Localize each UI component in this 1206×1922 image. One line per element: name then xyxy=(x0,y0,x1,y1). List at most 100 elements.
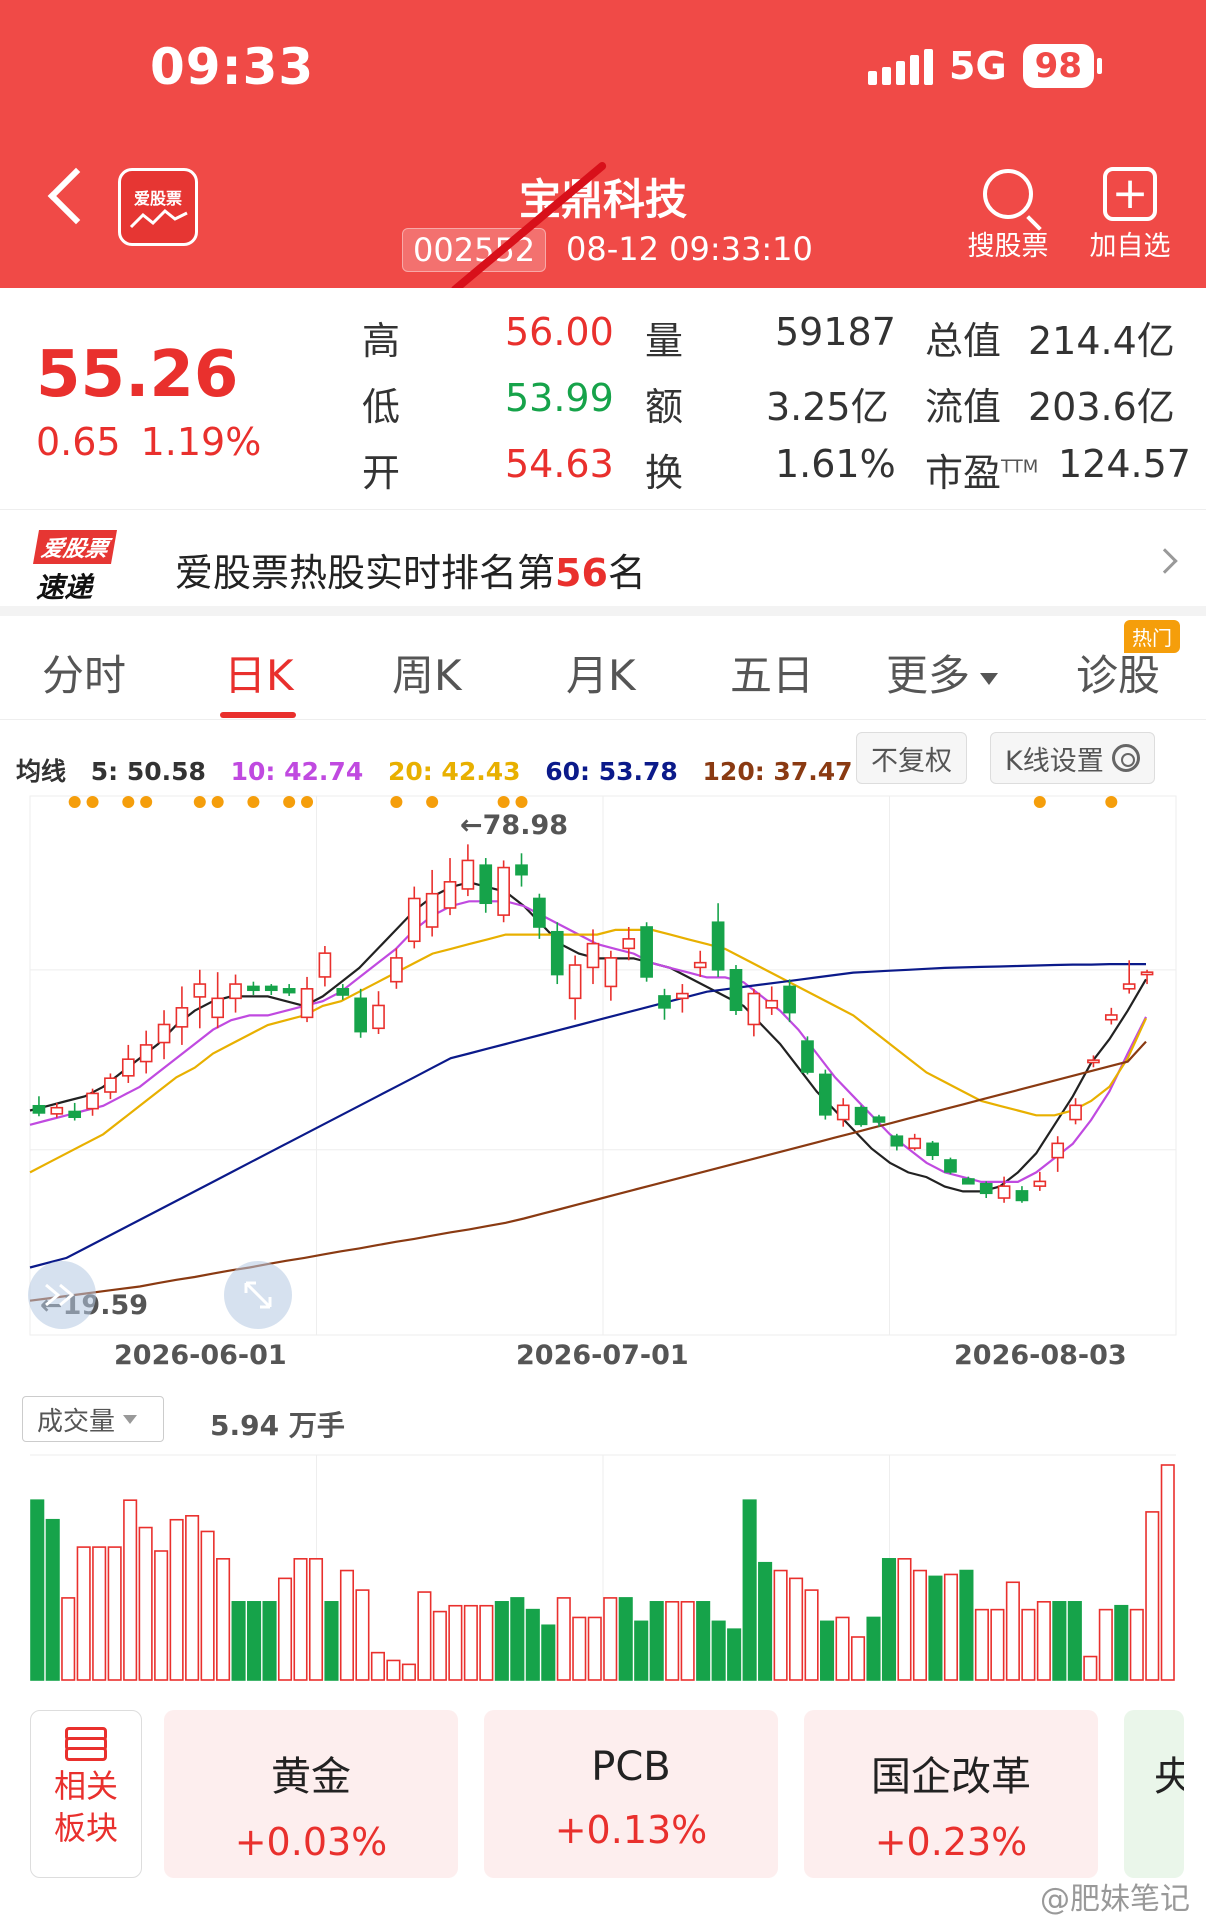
candle-body xyxy=(908,1137,922,1149)
pe-value: 124.57 xyxy=(1058,442,1191,486)
candle-body xyxy=(139,1044,153,1063)
candle-body xyxy=(926,1142,939,1157)
volume-bar xyxy=(727,1628,742,1681)
candle-body xyxy=(1069,1104,1082,1121)
volume-bar xyxy=(1067,1601,1082,1681)
candle-body xyxy=(282,988,296,994)
sector-card[interactable]: 央 xyxy=(1124,1710,1184,1878)
volume-bar xyxy=(262,1601,277,1681)
signal-dot xyxy=(301,796,314,808)
volume-bar xyxy=(370,1651,385,1681)
kline-settings-button[interactable]: K线设置 xyxy=(990,732,1155,784)
scroll-back-button xyxy=(28,1261,96,1329)
add-label: 加自选 xyxy=(1089,231,1171,262)
adjust-button[interactable]: 不复权 xyxy=(856,732,967,784)
candle-body xyxy=(193,983,207,998)
volume-bar xyxy=(742,1499,757,1681)
volume-bar xyxy=(618,1597,633,1681)
volume-label: 量 xyxy=(645,319,684,363)
volume-bar xyxy=(773,1569,788,1681)
volume-bar xyxy=(494,1601,509,1681)
tab-intraday[interactable]: 分时 xyxy=(42,642,126,703)
tab-monthly-k[interactable]: 月K xyxy=(566,642,636,703)
signal-dot xyxy=(283,796,296,808)
status-time: 09:33 xyxy=(150,38,315,96)
candle-body xyxy=(568,964,582,1000)
volume-bar xyxy=(572,1616,587,1681)
volume-bar xyxy=(76,1546,91,1681)
candle-body xyxy=(443,881,457,909)
volume-bar xyxy=(758,1561,773,1681)
candle-body xyxy=(425,892,439,928)
float-cap-value: 203.6亿 xyxy=(1028,385,1175,429)
volume-bar xyxy=(45,1518,60,1681)
volume-bar xyxy=(1083,1655,1098,1681)
candle-body xyxy=(1140,971,1154,976)
candle-body xyxy=(1087,1059,1100,1064)
open-value: 54.63 xyxy=(505,442,614,486)
candle-body xyxy=(944,1159,957,1173)
hot-rank-banner[interactable]: 爱股票 速递 爱股票热股实时排名第56名 xyxy=(0,510,1206,616)
signal-dot xyxy=(68,796,81,808)
volume-bar xyxy=(680,1601,695,1681)
related-sectors-button[interactable]: 相关板块 xyxy=(30,1710,142,1878)
high-value: 56.00 xyxy=(505,310,614,354)
candlestick-chart[interactable]: ←78.98←19.59 xyxy=(0,790,1206,1690)
volume-bar xyxy=(1005,1581,1020,1681)
volume-bar xyxy=(696,1601,711,1681)
signal-dot xyxy=(211,796,224,808)
volume-bar xyxy=(200,1530,215,1681)
sector-card[interactable]: 黄金 +0.03% xyxy=(164,1710,458,1878)
candle-body xyxy=(211,997,225,1019)
volume-bar xyxy=(432,1610,447,1681)
low-label: 低 xyxy=(362,385,401,429)
add-watchlist-button[interactable]: + 加自选 xyxy=(1080,164,1180,263)
volume-bar xyxy=(835,1616,850,1681)
search-label: 搜股票 xyxy=(967,231,1049,262)
volume-bar xyxy=(247,1601,262,1681)
candle-body xyxy=(461,859,475,890)
tab-weekly-k[interactable]: 周K xyxy=(392,642,462,703)
volume-bar xyxy=(61,1597,76,1681)
price-change: 0.65 1.19% xyxy=(36,420,262,464)
volume-indicator-select[interactable]: 成交量 xyxy=(22,1396,164,1442)
volume-bar xyxy=(1036,1601,1051,1681)
volume-bar xyxy=(866,1616,881,1681)
volume-bar xyxy=(928,1575,943,1681)
candle-body xyxy=(1015,1190,1029,1202)
volume-bar xyxy=(1021,1608,1036,1681)
candle-body xyxy=(354,997,367,1033)
sector-card[interactable]: 国企改革 +0.23% xyxy=(804,1710,1098,1878)
candle-body xyxy=(50,1106,64,1115)
candle-body xyxy=(1122,983,1136,990)
tab-daily-k[interactable]: 日K xyxy=(224,642,294,703)
volume-bar xyxy=(401,1663,416,1681)
market-cap-value: 214.4亿 xyxy=(1028,319,1175,363)
volume-bar xyxy=(216,1558,231,1681)
volume-value: 59187 xyxy=(775,310,896,354)
volume-bar xyxy=(850,1636,866,1681)
volume-bar xyxy=(881,1558,897,1681)
candle-body xyxy=(229,983,242,1000)
volume-bar xyxy=(711,1620,726,1681)
candle-body xyxy=(336,988,350,996)
search-icon xyxy=(983,169,1033,219)
search-stock-button[interactable]: 搜股票 xyxy=(958,164,1058,263)
volume-bar xyxy=(1098,1608,1113,1681)
volume-bar xyxy=(30,1499,45,1681)
candle-body xyxy=(693,961,707,969)
tab-more[interactable]: 更多 xyxy=(886,642,999,703)
volume-bar xyxy=(541,1624,556,1681)
signal-dot xyxy=(1033,796,1046,808)
volume-bar xyxy=(448,1604,463,1681)
candle-body xyxy=(1033,1180,1047,1187)
volume-bar xyxy=(665,1601,680,1681)
float-cap-label: 流值 xyxy=(925,385,1002,429)
quote-datetime: 08-12 09:33:10 xyxy=(566,230,813,268)
candle-body xyxy=(747,992,761,1026)
candle-body xyxy=(390,957,403,983)
tab-five-day[interactable]: 五日 xyxy=(730,642,814,703)
sector-card[interactable]: PCB +0.13% xyxy=(484,1710,778,1878)
candle-body xyxy=(872,1116,886,1123)
volume-bar xyxy=(603,1597,618,1681)
